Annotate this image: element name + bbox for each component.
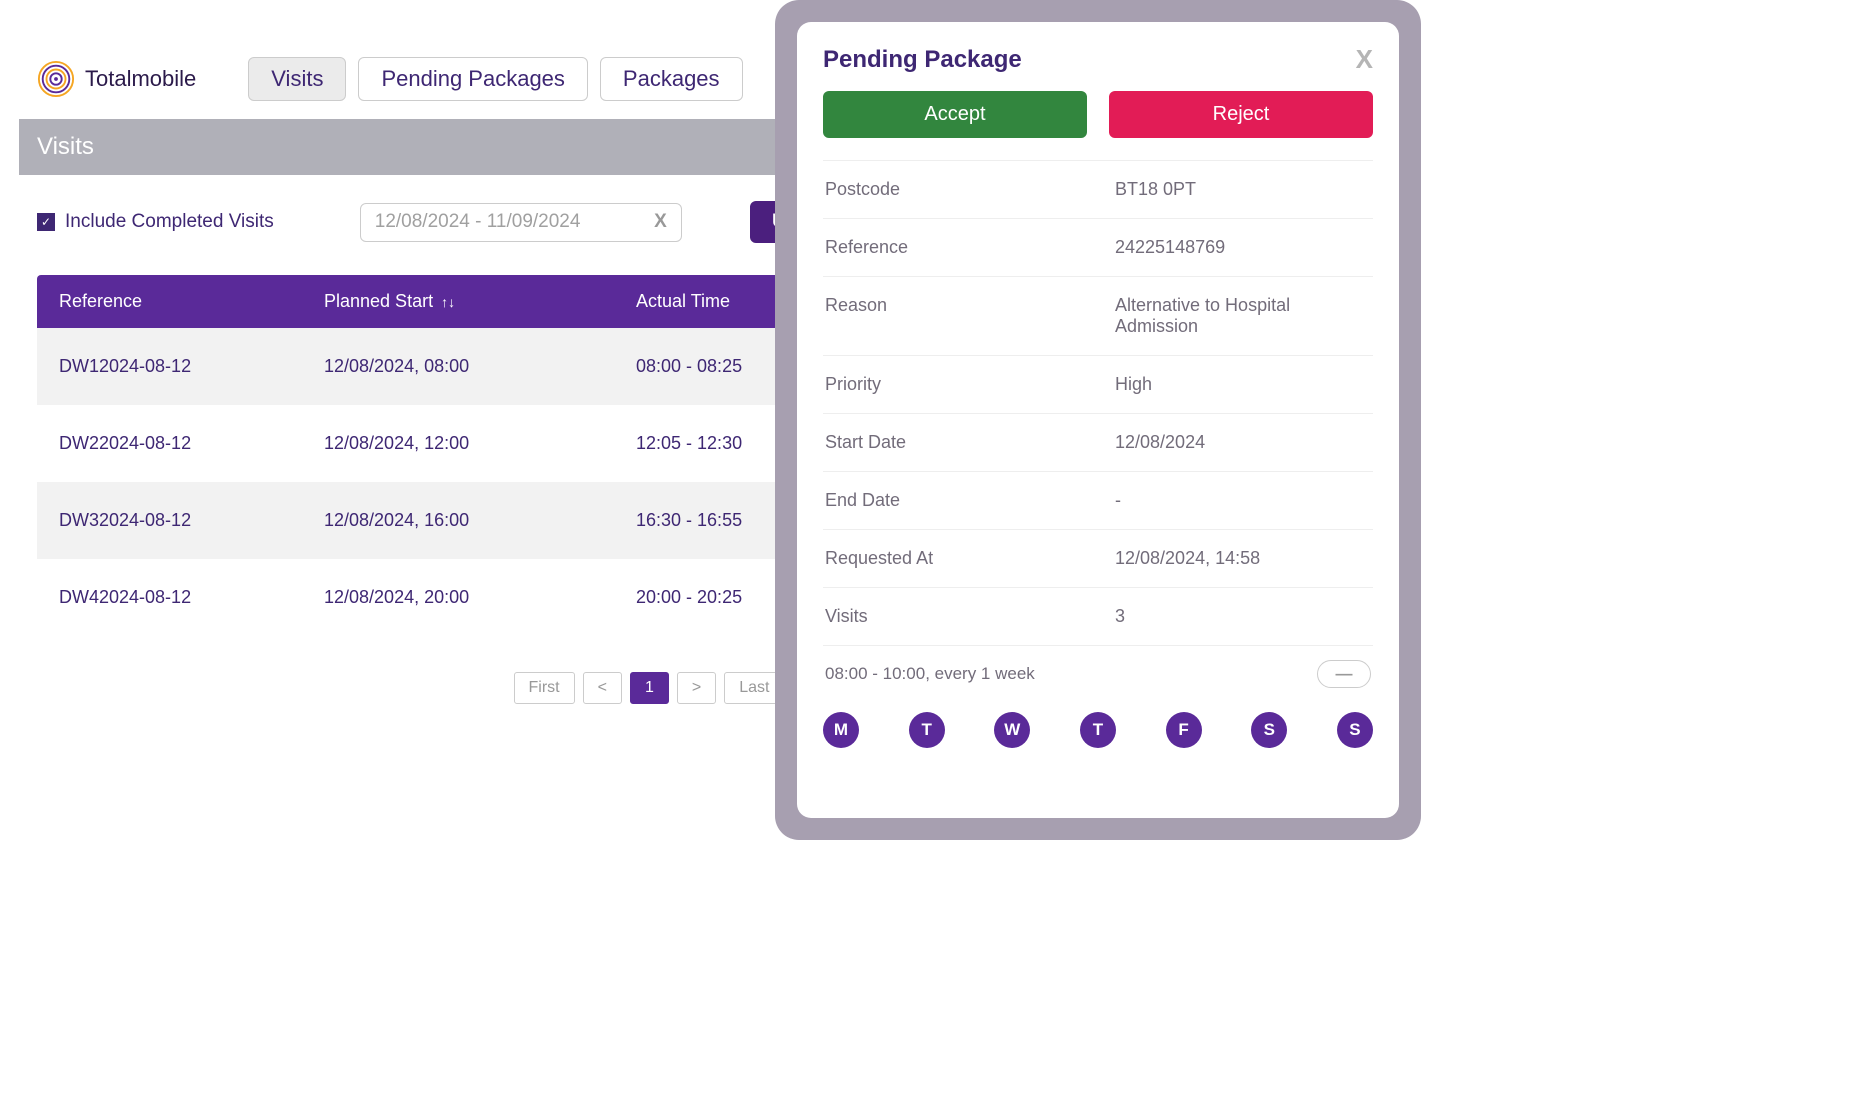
page-next[interactable]: >: [677, 672, 716, 704]
col-reference[interactable]: Reference: [59, 291, 324, 312]
day-mon[interactable]: M: [823, 712, 859, 748]
day-sun[interactable]: S: [1337, 712, 1373, 748]
detail-end-date: End Date-: [823, 471, 1373, 529]
detail-requested-at: Requested At12/08/2024, 14:58: [823, 529, 1373, 587]
panel-header: Pending Package X: [823, 44, 1373, 75]
close-icon[interactable]: X: [1356, 44, 1373, 75]
schedule-toggle[interactable]: —: [1317, 660, 1371, 688]
day-fri[interactable]: F: [1166, 712, 1202, 748]
schedule-text: 08:00 - 10:00, every 1 week: [825, 664, 1035, 684]
day-tue[interactable]: T: [909, 712, 945, 748]
tab-visits[interactable]: Visits: [248, 57, 346, 101]
page-current[interactable]: 1: [630, 672, 669, 704]
schedule-row: 08:00 - 10:00, every 1 week —: [823, 645, 1373, 698]
sort-icon: ↑↓: [441, 294, 455, 310]
pending-package-panel: Pending Package X Accept Reject Postcode…: [797, 22, 1399, 818]
checkbox-icon: ✓: [37, 213, 55, 231]
detail-start-date: Start Date12/08/2024: [823, 413, 1373, 471]
tab-packages[interactable]: Packages: [600, 57, 743, 101]
page-title: Visits: [37, 133, 94, 160]
include-completed-label: Include Completed Visits: [65, 211, 274, 233]
detail-priority: PriorityHigh: [823, 355, 1373, 413]
day-thu[interactable]: T: [1080, 712, 1116, 748]
reject-button[interactable]: Reject: [1109, 91, 1373, 138]
date-range-input[interactable]: 12/08/2024 - 11/09/2024 X: [360, 203, 682, 242]
include-completed-checkbox[interactable]: ✓ Include Completed Visits: [37, 211, 274, 233]
day-wed[interactable]: W: [994, 712, 1030, 748]
page-first[interactable]: First: [514, 672, 575, 704]
brand-name: Totalmobile: [85, 66, 196, 92]
tab-pending-packages[interactable]: Pending Packages: [358, 57, 587, 101]
brand: Totalmobile: [37, 60, 196, 98]
panel-title: Pending Package: [823, 46, 1022, 74]
side-panel-container: Pending Package X Accept Reject Postcode…: [775, 0, 1421, 840]
day-sat[interactable]: S: [1251, 712, 1287, 748]
action-buttons: Accept Reject: [823, 91, 1373, 138]
details-list: PostcodeBT18 0PT Reference24225148769 Re…: [823, 160, 1373, 645]
col-planned-start[interactable]: Planned Start ↑↓: [324, 291, 636, 312]
date-range-value: 12/08/2024 - 11/09/2024: [375, 211, 581, 233]
nav-tabs: Visits Pending Packages Packages: [248, 57, 742, 101]
accept-button[interactable]: Accept: [823, 91, 1087, 138]
brand-logo-icon: [37, 60, 75, 98]
detail-postcode: PostcodeBT18 0PT: [823, 160, 1373, 218]
detail-reference: Reference24225148769: [823, 218, 1373, 276]
detail-visits: Visits3: [823, 587, 1373, 645]
page-prev[interactable]: <: [583, 672, 622, 704]
days-row: M T W T F S S: [823, 712, 1373, 748]
clear-date-icon[interactable]: X: [654, 211, 667, 233]
detail-reason: ReasonAlternative to Hospital Admission: [823, 276, 1373, 355]
